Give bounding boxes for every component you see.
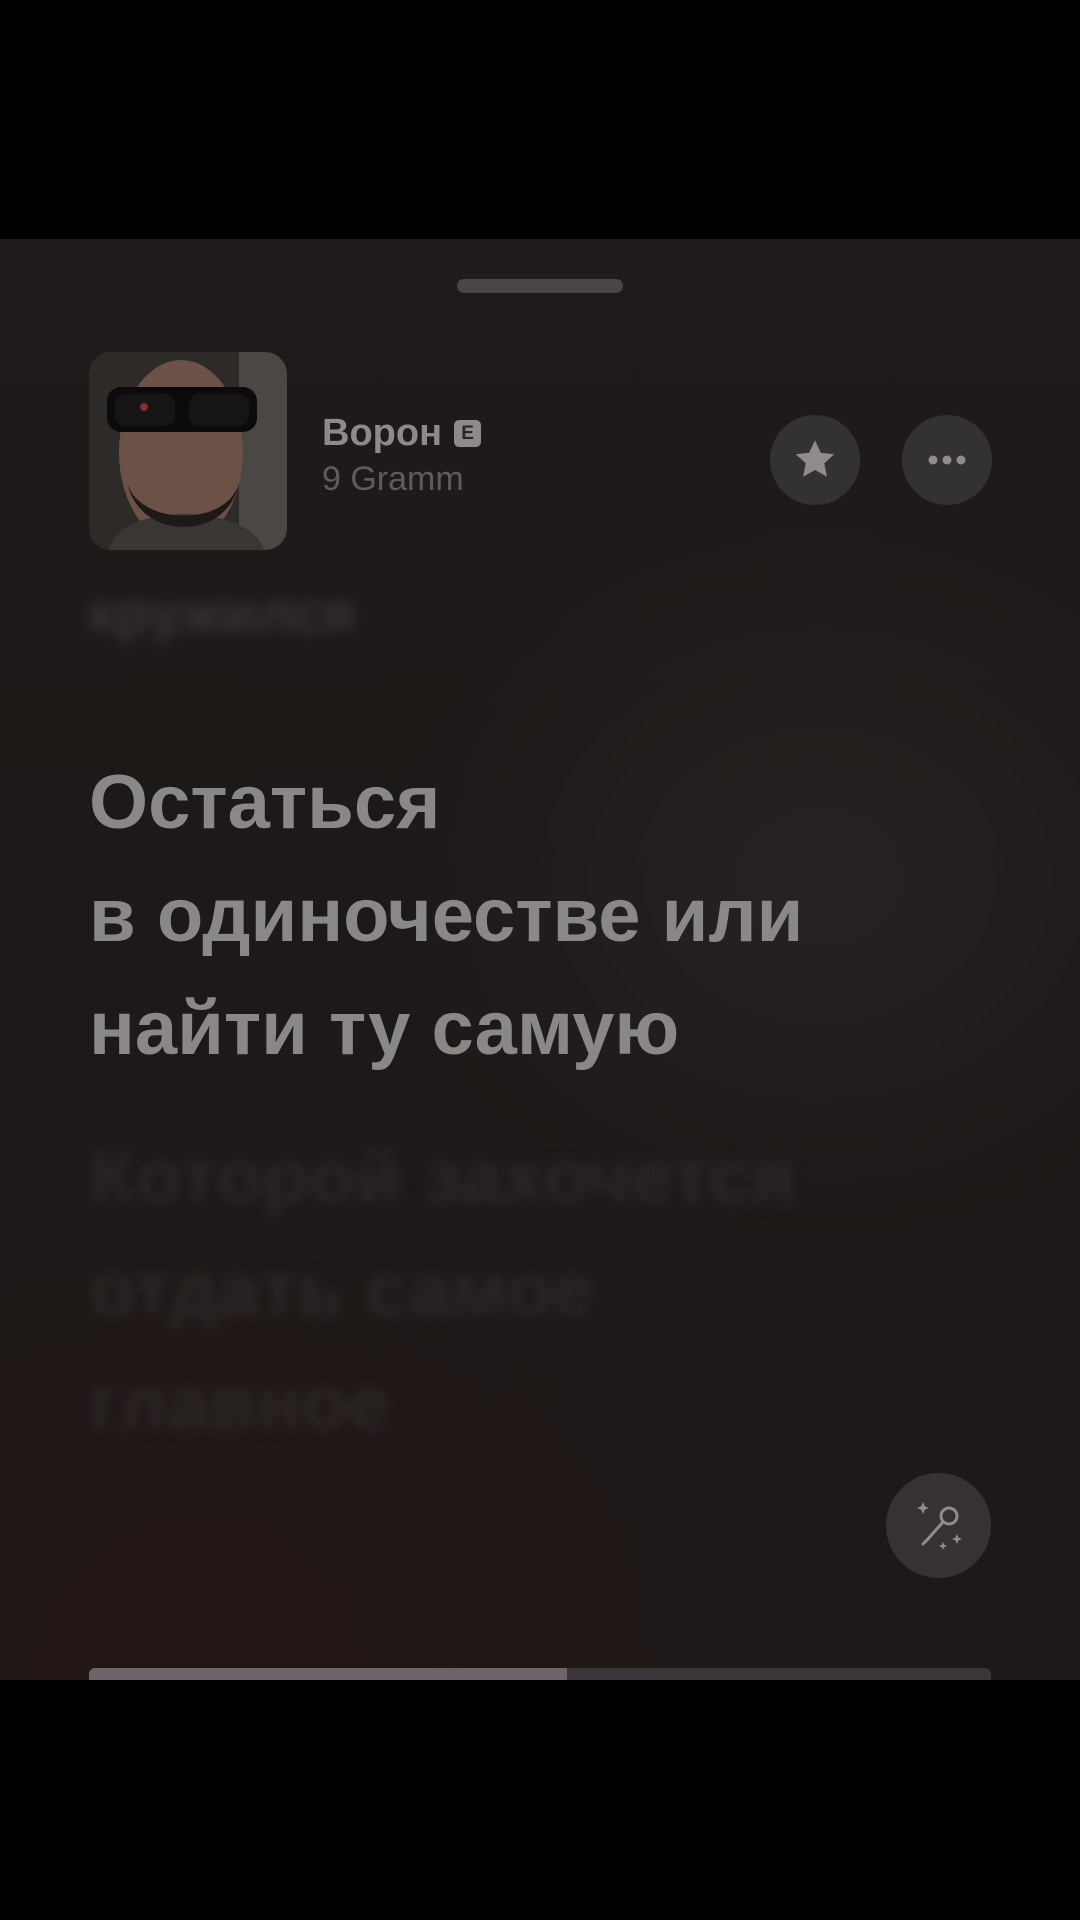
playback-progress-bar[interactable]: [89, 1668, 991, 1680]
lyric-next-line-3: главное: [89, 1361, 391, 1446]
player-sheet: Ворон E 9 Gramm кружился Остаться в один…: [0, 239, 1080, 1680]
sheet-grabber-handle[interactable]: [457, 279, 623, 293]
lyric-current-line-1: Остаться: [89, 760, 441, 845]
lyric-next-line[interactable]: Которой захочется отдать самое главное: [89, 1121, 1029, 1460]
more-button[interactable]: [902, 415, 992, 505]
artist-name[interactable]: 9 Gramm: [322, 462, 481, 496]
playback-progress-fill: [89, 1668, 568, 1680]
lyric-current-line-3: найти ту самую: [89, 986, 680, 1071]
lyric-previous-line[interactable]: кружился: [89, 573, 355, 653]
lyric-current-line[interactable]: Остаться в одиночестве или найти ту саму…: [89, 746, 1009, 1085]
ellipsis-icon: [928, 455, 966, 465]
star-icon: [795, 440, 835, 477]
mic-sparkles-icon: [916, 1501, 962, 1550]
album-artwork: [89, 352, 287, 550]
lyric-current-line-2: в одиночестве или: [89, 873, 804, 958]
favorite-button[interactable]: [770, 415, 860, 505]
song-info[interactable]: Ворон E 9 Gramm: [322, 412, 482, 496]
explicit-badge: E: [454, 419, 482, 447]
sing-along-button[interactable]: [886, 1473, 991, 1578]
lyric-next-line-2: отдать самое: [89, 1248, 595, 1333]
lyric-next-line-1: Которой захочется: [89, 1135, 796, 1220]
song-title-row: Ворон E: [322, 412, 482, 454]
song-title: Ворон: [322, 412, 443, 454]
